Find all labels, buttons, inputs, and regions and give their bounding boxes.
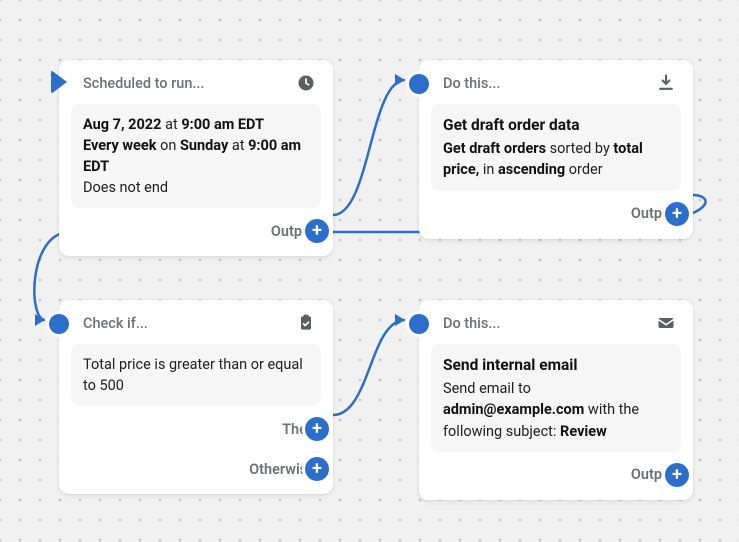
node-header: Do this... [419, 60, 693, 104]
then-port: Then + [59, 414, 315, 444]
output-port: Output + [419, 199, 675, 229]
node-action-send-email[interactable]: Do this... Send internal email Send emai… [419, 300, 693, 500]
node-header-label: Do this... [443, 315, 500, 332]
download-icon [655, 72, 677, 94]
output-port: Output + [419, 460, 675, 490]
node-header: Check if... [59, 300, 333, 344]
input-port[interactable] [409, 314, 429, 334]
node-action-get-draft-order[interactable]: Do this... Get draft order data Get draf… [419, 60, 693, 239]
node-body: Aug 7, 2022 at 9:00 am EDT Every week on… [71, 104, 321, 208]
mail-icon [655, 312, 677, 334]
node-header-label: Do this... [443, 75, 500, 92]
node-body: Get draft order data Get draft orders so… [431, 104, 681, 191]
clock-icon [295, 72, 317, 94]
otherwise-port: Otherwise + [59, 454, 315, 484]
node-condition[interactable]: Check if... Total price is greater than … [59, 300, 333, 494]
node-header-label: Scheduled to run... [83, 75, 204, 92]
node-body: Total price is greater than or equal to … [71, 344, 321, 406]
add-step-button[interactable]: + [305, 417, 329, 441]
add-step-button[interactable]: + [665, 463, 689, 487]
node-header-label: Check if... [83, 315, 148, 332]
input-port[interactable] [49, 314, 69, 334]
node-trigger[interactable]: Scheduled to run... Aug 7, 2022 at 9:00 … [59, 60, 333, 256]
add-step-button[interactable]: + [305, 219, 329, 243]
node-body: Send internal email Send email to admin@… [431, 344, 681, 452]
node-header: Do this... [419, 300, 693, 344]
add-step-button[interactable]: + [665, 202, 689, 226]
input-port[interactable] [409, 74, 429, 94]
node-header: Scheduled to run... [59, 60, 333, 104]
add-step-button[interactable]: + [305, 457, 329, 481]
trigger-start-icon [51, 70, 67, 94]
output-port: Output + [59, 216, 315, 246]
clipboard-icon [295, 312, 317, 334]
